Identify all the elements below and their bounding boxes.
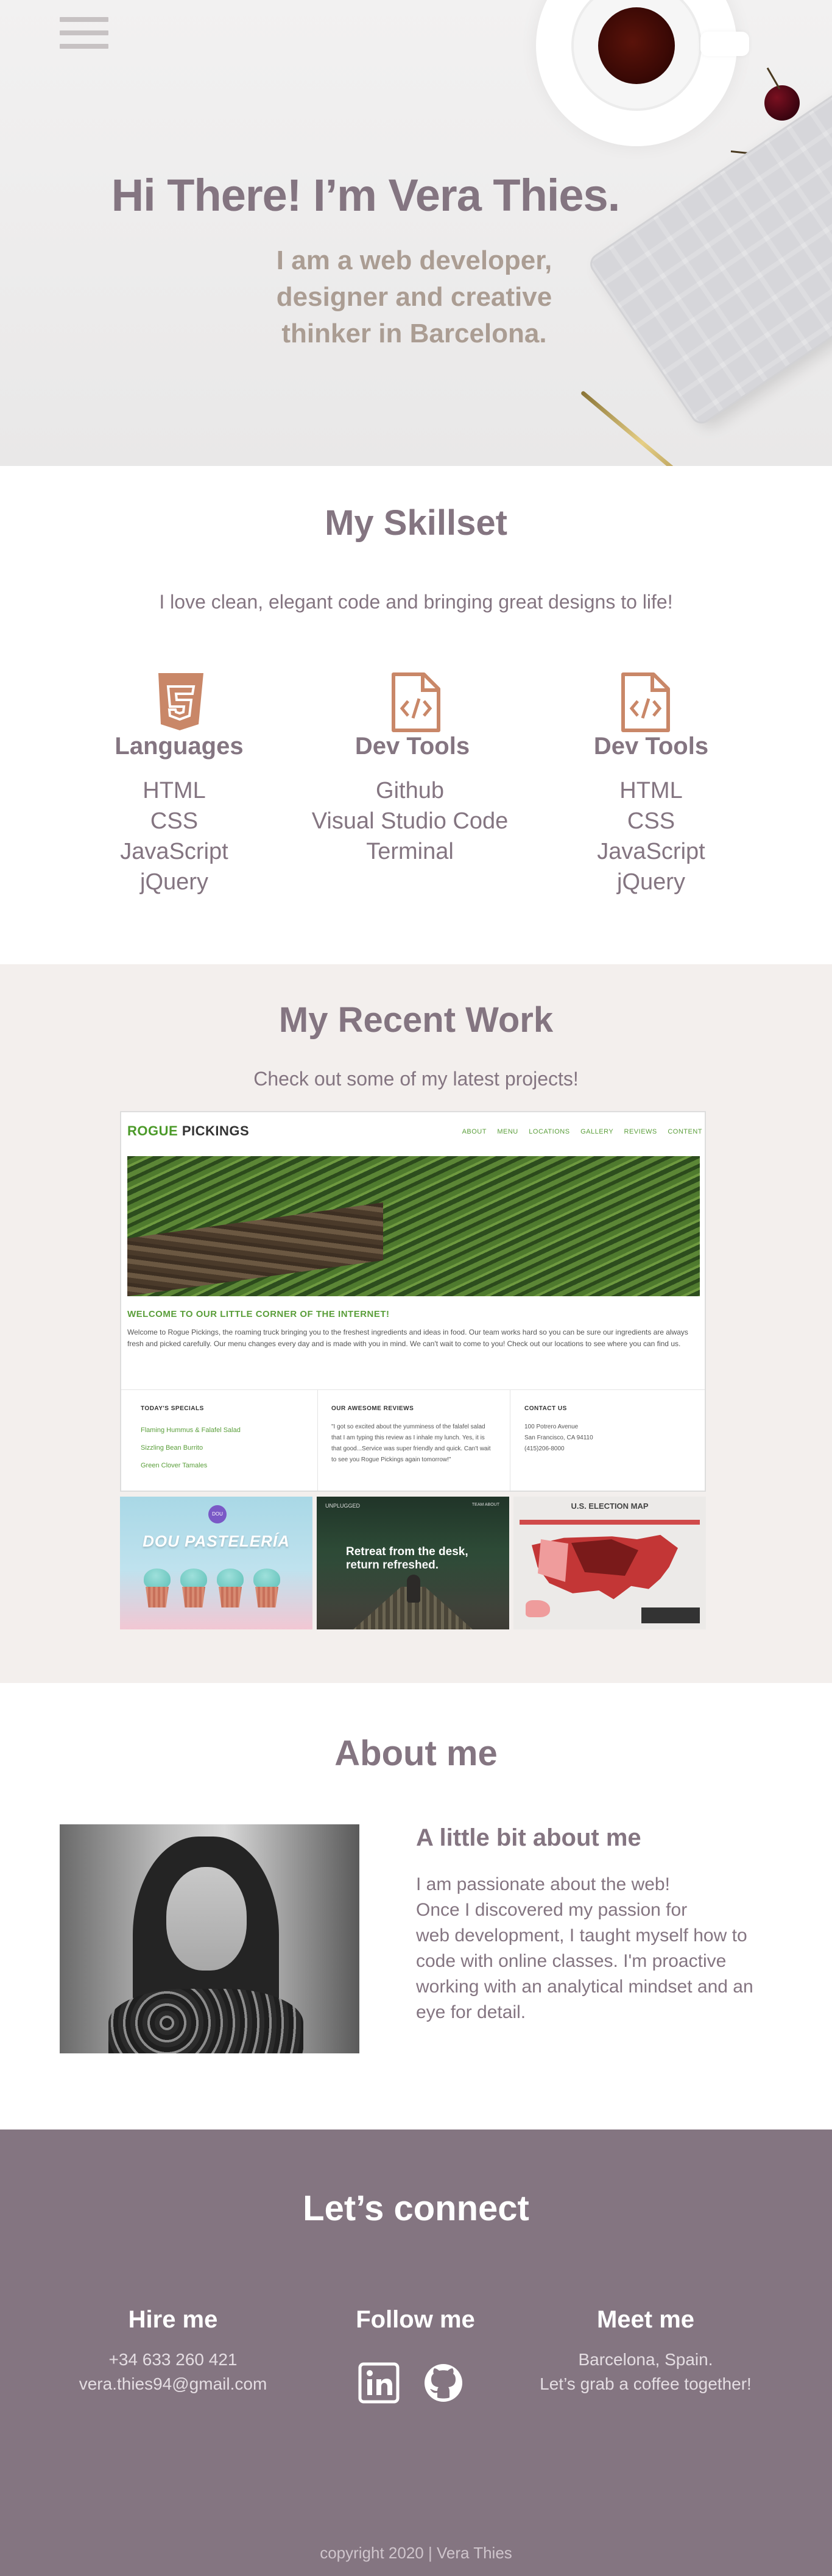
hero-section: Hi There! I’m Vera Thies. I am a web dev…: [0, 0, 832, 466]
github-icon[interactable]: [423, 2362, 464, 2404]
skill-item: JavaScript: [597, 839, 705, 864]
skillset-title: My Skillset: [325, 503, 507, 543]
reviews-column: OUR AWESOME REVIEWS "I got so excited ab…: [331, 1405, 491, 1463]
project-welcome-heading: WELCOME TO OUR LITTLE CORNER OF THE INTE…: [127, 1309, 390, 1319]
hero-title: Hi There! I’m Vera Thies.: [111, 170, 621, 221]
location-text: Barcelona, Spain.: [578, 2350, 713, 2369]
skillset-subtitle: I love clean, elegant code and bringing …: [159, 591, 673, 613]
specials-column: TODAY'S SPECIALS Flaming Hummus & Falafe…: [141, 1405, 241, 1469]
about-text: I am passionate about the web! Once I di…: [416, 1874, 753, 2022]
project-nav: ABOUT MENU LOCATIONS GALLERY REVIEWS CON…: [462, 1128, 702, 1135]
about-section: About me A little bit about me I am pass…: [0, 1683, 832, 2130]
about-heading: A little bit about me: [416, 1824, 641, 1851]
coffee-cup-image: [536, 0, 737, 146]
skill-item: Visual Studio Code: [311, 808, 509, 834]
code-file-icon: [392, 672, 440, 732]
cherry-image: [764, 85, 800, 121]
about-title: About me: [334, 1734, 498, 1773]
portrait-photo: [60, 1824, 359, 2053]
hero-subtitle: I am a web developer, designer and creat…: [276, 245, 552, 348]
skill-list-dev-tools: Github Visual Studio Code Terminal: [288, 775, 532, 867]
skill-item: CSS: [150, 808, 199, 834]
project-thumb-unplugged[interactable]: UNPLUGGED TEAM ABOUT Retreat from the de…: [317, 1497, 509, 1629]
recent-work-subtitle: Check out some of my latest projects!: [253, 1068, 579, 1090]
project-thumb-dou-pasteleria[interactable]: DOU DOU PASTELERÍA: [120, 1497, 312, 1629]
contact-column: CONTACT US 100 Potrero Avenue San Franci…: [524, 1405, 593, 1452]
hire-me-heading: Hire me: [128, 2306, 218, 2333]
dou-title: DOU PASTELERÍA: [143, 1532, 290, 1550]
election-map-title: U.S. ELECTION MAP: [571, 1501, 649, 1511]
project-thumb-election-map[interactable]: U.S. ELECTION MAP: [513, 1497, 706, 1629]
footer-section: Let’s connect Hire me +34 633 260 421 ve…: [0, 2130, 832, 2576]
skill-item: jQuery: [617, 869, 685, 895]
cupcake-image: [215, 1569, 245, 1609]
skill-list-languages: HTML CSS JavaScript jQuery: [52, 775, 296, 897]
email-link[interactable]: vera.thies94@gmail.com: [21, 2372, 325, 2396]
skill-heading-dev-tools-2: Dev Tools: [593, 733, 709, 760]
recent-work-section: My Recent Work Check out some of my late…: [0, 964, 832, 1683]
follow-me-heading: Follow me: [356, 2306, 475, 2333]
skill-list-dev-tools-2: HTML CSS JavaScript jQuery: [529, 775, 773, 897]
recent-work-title: My Recent Work: [278, 1000, 554, 1040]
skill-item: HTML: [619, 778, 683, 803]
skill-item: Github: [376, 778, 444, 803]
skill-item: CSS: [627, 808, 675, 834]
meet-me-heading: Meet me: [596, 2306, 695, 2333]
css3-icon: [158, 673, 203, 730]
coffee-text: Let’s grab a coffee together!: [540, 2374, 752, 2393]
linkedin-icon[interactable]: [358, 2362, 400, 2404]
unplugged-logo: UNPLUGGED: [325, 1503, 361, 1509]
skill-item: JavaScript: [120, 839, 228, 864]
skill-heading-languages: Languages: [115, 733, 244, 760]
project-logo: ROGUE PICKINGS: [127, 1123, 250, 1138]
skill-item: HTML: [143, 778, 206, 803]
hamburger-icon[interactable]: [60, 17, 110, 55]
skillset-section: My Skillset I love clean, elegant code a…: [0, 466, 832, 964]
cupcake-image: [142, 1569, 172, 1609]
skill-heading-dev-tools: Dev Tools: [354, 733, 470, 760]
copyright-text: copyright 2020 | Vera Thies: [320, 2544, 512, 2562]
green-beans-image: [127, 1156, 700, 1296]
phone-link[interactable]: +34 633 260 421: [21, 2348, 325, 2372]
map-legend: [641, 1607, 700, 1623]
project-welcome-text: Welcome to Rogue Pickings, the roaming t…: [127, 1328, 688, 1348]
dou-logo: DOU: [208, 1505, 227, 1523]
skill-item: Terminal: [366, 839, 454, 864]
person-image: [407, 1575, 420, 1603]
cupcake-image: [252, 1569, 282, 1609]
unplugged-nav: TEAM ABOUT: [471, 1503, 499, 1507]
code-file-icon: [621, 672, 670, 732]
cup-handle: [700, 32, 749, 56]
cupcake-image: [178, 1569, 209, 1609]
project-card-rogue-pickings[interactable]: ROGUE PICKINGS ABOUT MENU LOCATIONS GALL…: [120, 1111, 706, 1492]
footer-title: Let’s connect: [303, 2189, 529, 2228]
skill-item: jQuery: [140, 869, 208, 895]
